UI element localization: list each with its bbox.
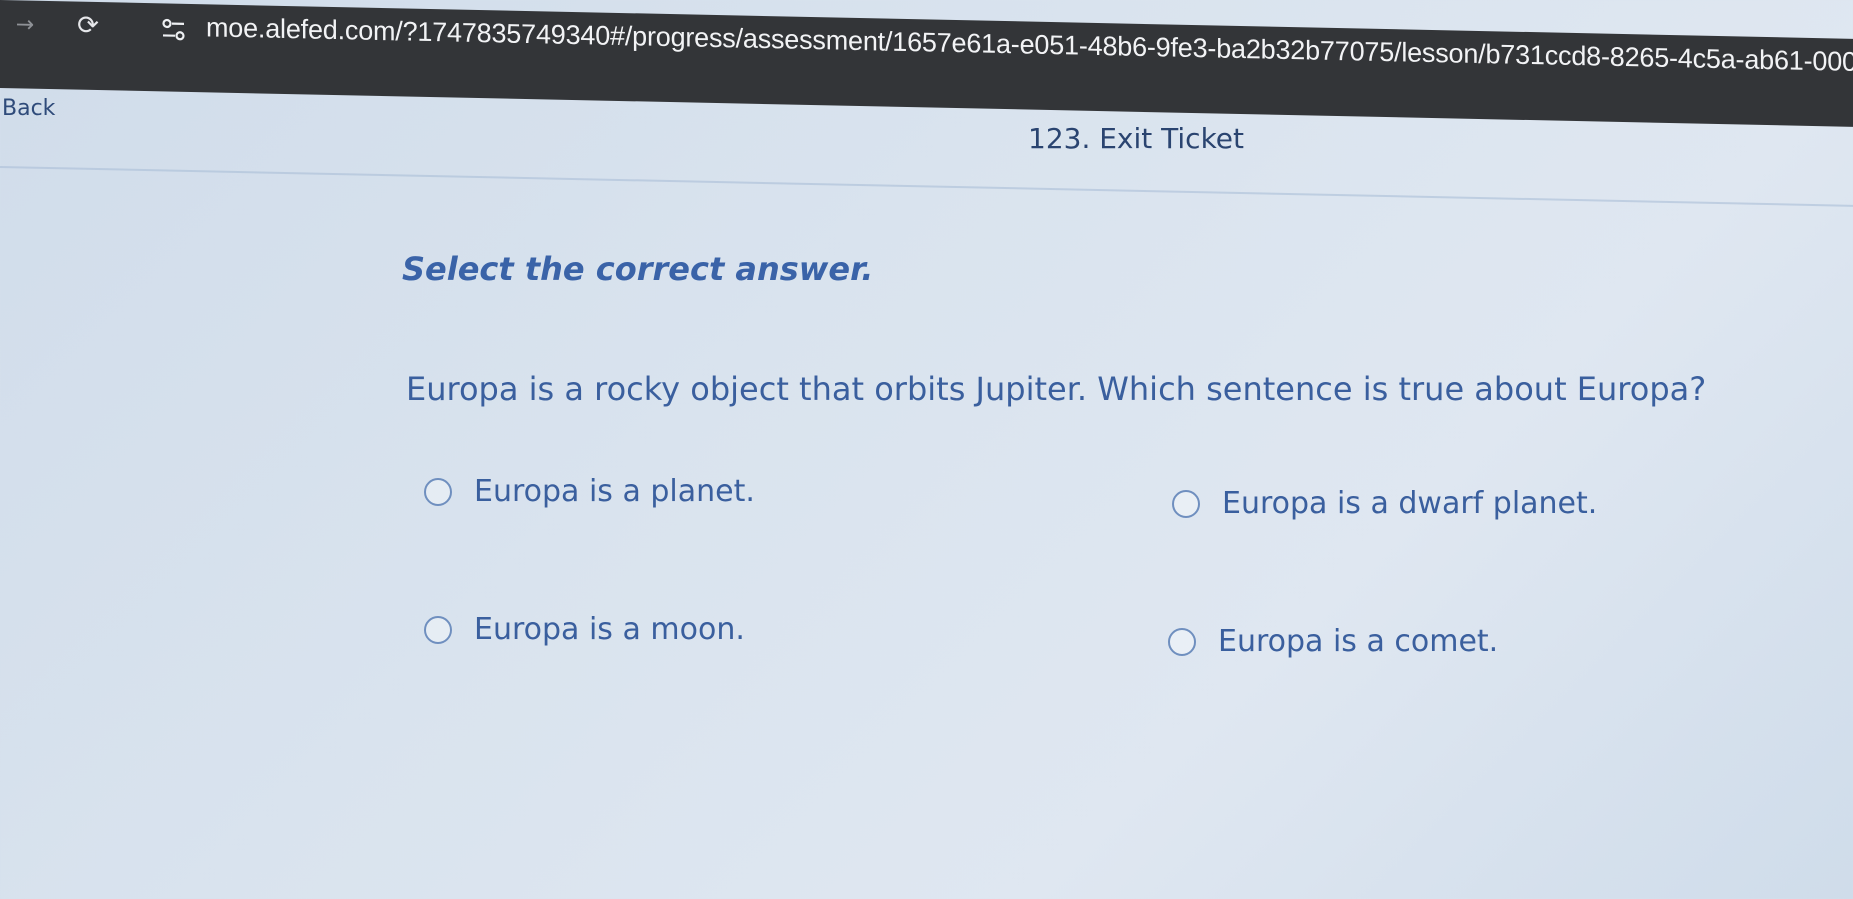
address-bar-url[interactable]: moe.alefed.com/?1747835749340#/progress/… <box>206 12 1853 80</box>
radio-button[interactable] <box>1172 489 1200 518</box>
answer-option-moon[interactable]: Europa is a moon. <box>424 612 745 647</box>
reload-icon[interactable]: ⟳ <box>70 7 106 44</box>
answer-option-label: Europa is a planet. <box>474 474 755 509</box>
radio-button[interactable] <box>424 615 452 644</box>
lesson-title: 123. Exit Ticket <box>1028 122 1245 155</box>
header-divider <box>0 166 1853 207</box>
radio-button[interactable] <box>424 477 452 506</box>
answer-option-dwarf-planet[interactable]: Europa is a dwarf planet. <box>1172 486 1597 521</box>
radio-button[interactable] <box>1168 627 1196 656</box>
site-settings-icon[interactable] <box>156 11 192 48</box>
answer-option-label: Europa is a moon. <box>474 612 745 647</box>
question-prompt: Europa is a rocky object that orbits Jup… <box>406 370 1707 408</box>
answer-option-label: Europa is a dwarf planet. <box>1222 486 1598 521</box>
forward-arrow-icon[interactable]: → <box>8 8 42 43</box>
tune-icon <box>162 18 185 41</box>
browser-toolbar: → ⟳ moe.alefed.com/?1747835749340#/progr… <box>0 0 1853 127</box>
answer-option-label: Europa is a comet. <box>1218 624 1499 659</box>
back-link[interactable]: Back <box>2 96 55 121</box>
question-instruction: Select the correct answer. <box>402 250 874 288</box>
answer-option-planet[interactable]: Europa is a planet. <box>424 474 755 509</box>
answer-option-comet[interactable]: Europa is a comet. <box>1168 624 1498 659</box>
